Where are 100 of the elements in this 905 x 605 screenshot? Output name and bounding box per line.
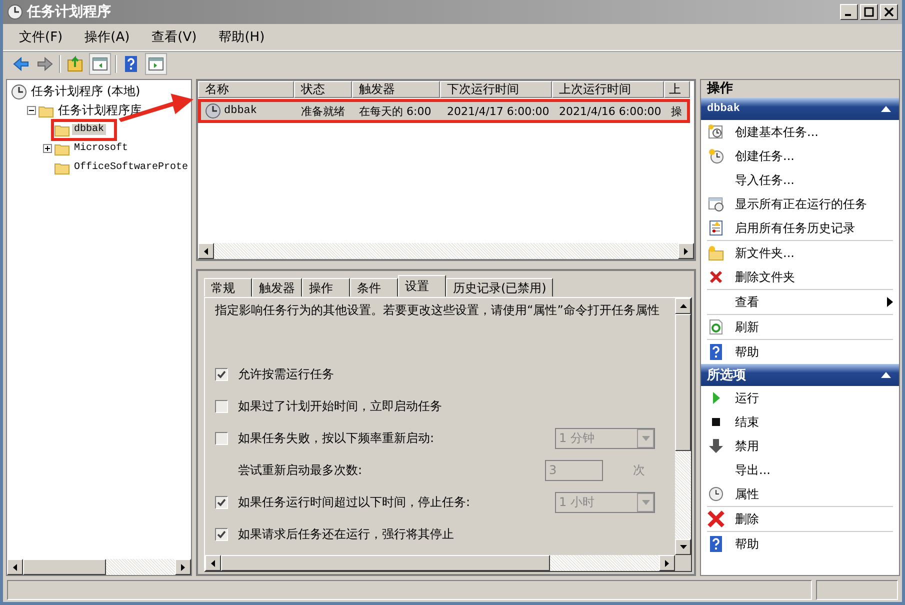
setting-label: 如果任务失败，按以下频率重新启动:	[238, 430, 434, 448]
column-header[interactable]: 触发器	[352, 81, 440, 98]
tree-item[interactable]: 任务计划程序 (本地)	[29, 83, 142, 100]
window-title: 任务计划程序	[27, 3, 111, 21]
minimize-icon	[845, 14, 851, 16]
tree-item[interactable]: dbbak	[72, 124, 106, 135]
scroll-left-icon[interactable]	[204, 248, 208, 254]
description-text: 指定影响任务行为的其他设置。若要更改这些设置，请使用“属性”命令打开任务属性	[215, 302, 660, 319]
action-item[interactable]: 创建基本任务...	[735, 124, 818, 140]
checkbox[interactable]	[215, 368, 228, 382]
maximize-icon	[864, 7, 874, 17]
action-item[interactable]: 删除	[735, 510, 759, 528]
pane-header: 操作	[701, 80, 899, 98]
setting-label: 如果任务运行时间超过以下时间，停止任务:	[238, 494, 470, 512]
expander-icon[interactable]	[27, 106, 36, 115]
table-cell: 2021/4/17 6:00:00	[447, 104, 550, 118]
vertical-scrollbar[interactable]	[675, 298, 691, 555]
scroll-right-icon[interactable]	[181, 564, 185, 570]
tab[interactable]: 操作	[302, 278, 350, 297]
table-cell: 2021/4/16 6:00:00	[559, 104, 662, 118]
menu-item[interactable]: 操作(A)	[84, 28, 130, 46]
setting-label: 允许按需运行任务	[238, 366, 334, 384]
tab[interactable]: 常规	[204, 278, 252, 297]
action-item[interactable]: 禁用	[735, 438, 759, 454]
close-icon	[884, 7, 894, 17]
expander-icon[interactable]	[43, 144, 52, 153]
clock-icon	[708, 486, 724, 502]
down-arrow-icon	[708, 438, 724, 454]
scroll-right-icon[interactable]	[684, 248, 688, 254]
calendar-clock-icon	[708, 124, 724, 140]
section-header[interactable]: 所选项	[701, 364, 899, 386]
table-cell: 操	[671, 104, 682, 118]
checkbox[interactable]	[215, 528, 228, 542]
tree-item[interactable]: OfficeSoftwareProte	[72, 162, 190, 173]
checkbox[interactable]	[215, 496, 228, 510]
action-item[interactable]: 启用所有任务历史记录	[735, 220, 855, 236]
panel-icon[interactable]	[145, 53, 167, 75]
new-folder-icon	[708, 245, 724, 261]
action-item[interactable]: 刷新	[735, 318, 759, 336]
clock-icon	[708, 148, 724, 164]
log-icon	[708, 220, 724, 236]
collapse-icon[interactable]	[881, 372, 891, 378]
delete-icon	[708, 269, 724, 285]
scroll-right-icon[interactable]	[665, 560, 669, 566]
column-header[interactable]: 上次运行时间	[552, 81, 664, 98]
back-arrow-icon[interactable]	[11, 54, 31, 74]
clock-icon	[7, 4, 23, 20]
delete-icon	[707, 510, 725, 528]
forward-arrow-icon[interactable]	[35, 54, 55, 74]
collapse-icon[interactable]	[881, 106, 891, 112]
action-item[interactable]: 新文件夹...	[735, 244, 794, 262]
menu-item[interactable]: 查看(V)	[152, 28, 197, 46]
table-cell: 在每天的 6:00	[359, 104, 432, 118]
refresh-icon	[708, 319, 724, 335]
action-item[interactable]: 删除文件夹	[735, 268, 795, 286]
panel-icon[interactable]	[89, 53, 111, 75]
action-item[interactable]: 查看	[735, 294, 759, 310]
scroll-left-icon[interactable]	[211, 560, 215, 566]
horizontal-scrollbar[interactable]	[7, 559, 191, 575]
caret-icon	[642, 436, 650, 442]
action-item[interactable]: 结束	[735, 414, 759, 430]
checkbox[interactable]	[215, 400, 228, 414]
table-cell: dbbak	[224, 105, 258, 117]
tab[interactable]: 设置	[398, 275, 446, 297]
menu-item[interactable]: 帮助(H)	[218, 28, 265, 46]
action-item[interactable]: 导出...	[735, 462, 770, 478]
window-clock-icon	[708, 196, 724, 212]
maximize-button[interactable]	[860, 4, 878, 20]
action-item[interactable]: 帮助	[735, 536, 759, 552]
action-item[interactable]: 显示所有正在运行的任务	[735, 196, 867, 212]
horizontal-scrollbar[interactable]	[198, 243, 694, 259]
scroll-down-icon[interactable]	[680, 545, 686, 549]
help-icon	[708, 344, 724, 360]
minimize-button[interactable]	[840, 4, 858, 20]
table-cell: 准备就绪	[301, 104, 345, 118]
caret-icon	[642, 500, 650, 506]
tab[interactable]: 触发器	[252, 278, 302, 297]
clock-icon	[11, 84, 27, 100]
column-header[interactable]: 状态	[294, 81, 352, 98]
setting-label: 尝试重新启动最多次数:	[238, 462, 362, 480]
menu-item[interactable]: 文件(F)	[19, 28, 63, 46]
section-header[interactable]: dbbak	[701, 98, 899, 120]
action-item[interactable]: 创建任务...	[735, 148, 794, 164]
scroll-left-icon[interactable]	[13, 564, 17, 570]
setting-label: 如果请求后任务还在运行，强行将其停止	[238, 526, 454, 544]
action-item[interactable]: 帮助	[735, 344, 759, 360]
unit-label: 次	[633, 462, 646, 480]
close-button[interactable]	[880, 4, 898, 20]
tree-item[interactable]: Microsoft	[72, 143, 130, 154]
column-header[interactable]: 上	[664, 81, 690, 98]
horizontal-scrollbar[interactable]	[205, 555, 675, 571]
tab[interactable]: 历史记录(已禁用)	[446, 278, 554, 297]
checkbox[interactable]	[215, 432, 228, 446]
column-header[interactable]: 名称	[198, 81, 294, 98]
scroll-up-icon[interactable]	[680, 304, 686, 308]
action-item[interactable]: 属性	[735, 486, 759, 502]
action-item[interactable]: 导入任务...	[735, 172, 794, 188]
column-header[interactable]: 下次运行时间	[440, 81, 552, 98]
help-icon	[708, 536, 724, 552]
action-item[interactable]: 运行	[735, 390, 759, 406]
